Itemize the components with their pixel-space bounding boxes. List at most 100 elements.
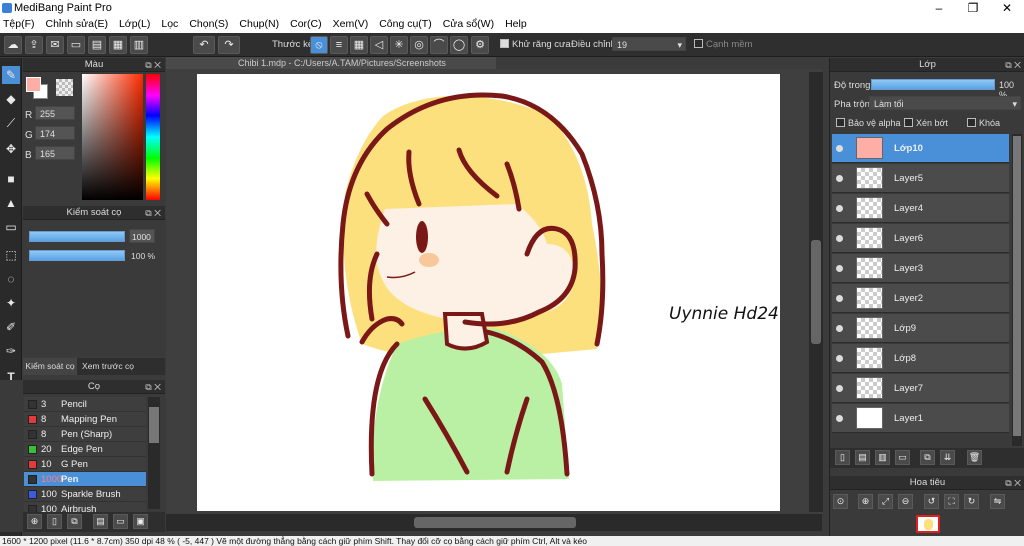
lock-checkbox[interactable]: Khóa [967,118,1000,128]
parallel-ruler-icon[interactable]: ≡ [330,36,348,54]
lock-check[interactable] [967,118,976,127]
cross-ruler-icon[interactable]: ▦ [350,36,368,54]
visibility-eye-icon[interactable] [836,145,843,152]
menu-help[interactable]: Help [505,17,527,30]
lasso-icon[interactable]: ◌ [2,270,20,288]
brush-list-scrollbar[interactable] [148,397,160,509]
fit-window-icon[interactable]: ⛶ [944,494,959,509]
protect-alpha-checkbox[interactable]: Bảo vệ alpha [836,118,901,128]
menu-file[interactable]: Tệp(F) [3,17,35,30]
duplicate-layer-icon[interactable]: ⧉ [920,450,935,465]
new-halftone-layer-icon[interactable]: ▤ [855,450,870,465]
transparent-color-swatch[interactable] [56,79,73,96]
delete-layer-icon[interactable]: 🗑 [967,450,982,465]
layer-row[interactable]: Layer5 [832,164,1009,193]
grid-doc-icon[interactable]: ▦ [109,36,127,54]
brush-size-slider[interactable] [29,231,125,242]
menu-snap[interactable]: Chụp(N) [239,17,279,30]
folder-icon[interactable]: ▭ [895,450,910,465]
perspective-icon[interactable]: ◁ [370,36,388,54]
blend-select[interactable]: Làm tối ▾ [869,96,1021,110]
brush-folder-icon[interactable]: ▭ [113,514,128,529]
visibility-eye-icon[interactable] [836,205,843,212]
menu-window[interactable]: Cửa sổ(W) [443,17,494,30]
brush-opacity-slider[interactable] [29,250,125,261]
merge-layer-icon[interactable]: ⇊ [940,450,955,465]
copy-brush-icon[interactable]: ⧉ [67,514,82,529]
panel-close-icon[interactable]: ⧉ ✕ [1005,58,1021,72]
shape-tool-icon[interactable]: ■ [2,170,20,188]
antialias-check[interactable] [500,39,509,48]
hue-slider[interactable] [146,74,160,200]
b-field[interactable]: 165 [35,146,75,160]
panel-close-icon[interactable]: ⧉ ✕ [145,58,161,72]
clipping-checkbox[interactable]: Xén bớt [904,118,948,128]
visibility-eye-icon[interactable] [836,295,843,302]
brush-item[interactable]: 20 Edge Pen [24,442,146,457]
antialias-checkbox[interactable]: Khử răng cưa [500,39,571,50]
layer-list-scrollbar[interactable] [1012,134,1022,446]
ruler-off-icon[interactable]: ⦸ [310,36,328,54]
brush-item[interactable]: 3 Pencil [24,397,146,412]
zoom-in-icon[interactable]: ⊕ [858,494,873,509]
maximize-button[interactable]: ❐ [956,0,990,17]
brush-item[interactable]: 8 Mapping Pen [24,412,146,427]
dot-tool-icon[interactable]: ⟋ [2,114,20,132]
layer-row[interactable]: Lớp8 [832,344,1009,373]
layer-row[interactable]: Layer1 [832,404,1009,433]
add-brush-icon[interactable]: ⊕ [27,514,42,529]
brush-size-value[interactable]: 1000 [129,229,155,243]
layer-row[interactable]: Layer4 [832,194,1009,223]
magic-wand-icon[interactable]: ✦ [2,294,20,312]
minimize-button[interactable]: – [922,0,956,17]
brush-settings-icon[interactable]: ▤ [93,514,108,529]
layer-row[interactable]: Layer3 [832,254,1009,283]
concentric-icon[interactable]: ◎ [410,36,428,54]
brush-list-scroll-thumb[interactable] [149,407,159,443]
g-field[interactable]: 174 [35,126,75,140]
select-pen-icon[interactable]: ✐ [2,318,20,336]
new-layer-icon[interactable]: ▯ [835,450,850,465]
brush-item[interactable]: 10 G Pen [24,457,146,472]
visibility-eye-icon[interactable] [836,175,843,182]
eraser-tool-icon[interactable]: ◆ [2,90,20,108]
visibility-eye-icon[interactable] [836,415,843,422]
menu-filter[interactable]: Lọc [161,17,178,30]
canvas-vertical-scrollbar[interactable] [809,72,823,512]
canvas-hscroll-thumb[interactable] [414,517,576,528]
canvas-horizontal-scrollbar[interactable] [166,514,822,531]
fill-tool-icon[interactable]: ▲ [2,194,20,212]
new-8bit-layer-icon[interactable]: ▥ [875,450,890,465]
navigator-thumbnail[interactable] [916,515,940,533]
canvas-page[interactable]: Uynnie Hd247 [197,74,790,511]
soft-edge-check[interactable] [694,39,703,48]
rotate-right-icon[interactable]: ↻ [964,494,979,509]
gradient-tool-icon[interactable]: ▭ [2,218,20,236]
tab-brush-control[interactable]: Kiểm soát cọ [23,358,77,375]
menu-layer[interactable]: Lớp(L) [119,17,150,30]
delete-brush-icon[interactable]: ▣ [133,514,148,529]
redo-icon[interactable]: ↷ [218,36,240,54]
ruler-settings-icon[interactable]: ⚙ [471,36,489,54]
visibility-eye-icon[interactable] [836,265,843,272]
menu-cor[interactable]: Cor(C) [290,17,322,30]
move-tool-icon[interactable]: ✥ [2,140,20,158]
cloud-icon[interactable]: ☁ [4,36,22,54]
panel-close-icon[interactable]: ⧉ ✕ [1005,476,1021,490]
protect-alpha-check[interactable] [836,118,845,127]
primary-color-swatch[interactable] [26,77,41,92]
adjust-select[interactable]: 19 ▾ [612,37,686,51]
close-button[interactable]: ✕ [990,0,1024,17]
tab-brush-preview[interactable]: Xem trước cọ [79,358,137,375]
flip-icon[interactable]: ⇋ [990,494,1005,509]
canvas-vscroll-thumb[interactable] [811,240,821,344]
monitor-icon[interactable]: ▭ [67,36,85,54]
radial-icon[interactable]: ✳ [390,36,408,54]
visibility-eye-icon[interactable] [836,235,843,242]
undo-icon[interactable]: ↶ [193,36,215,54]
clipping-check[interactable] [904,118,913,127]
layer-row[interactable]: Lớp10 [832,134,1009,163]
color-saturation-box[interactable] [82,74,143,200]
actual-size-icon[interactable]: ⤢ [878,494,893,509]
menu-select[interactable]: Chọn(S) [189,17,228,30]
